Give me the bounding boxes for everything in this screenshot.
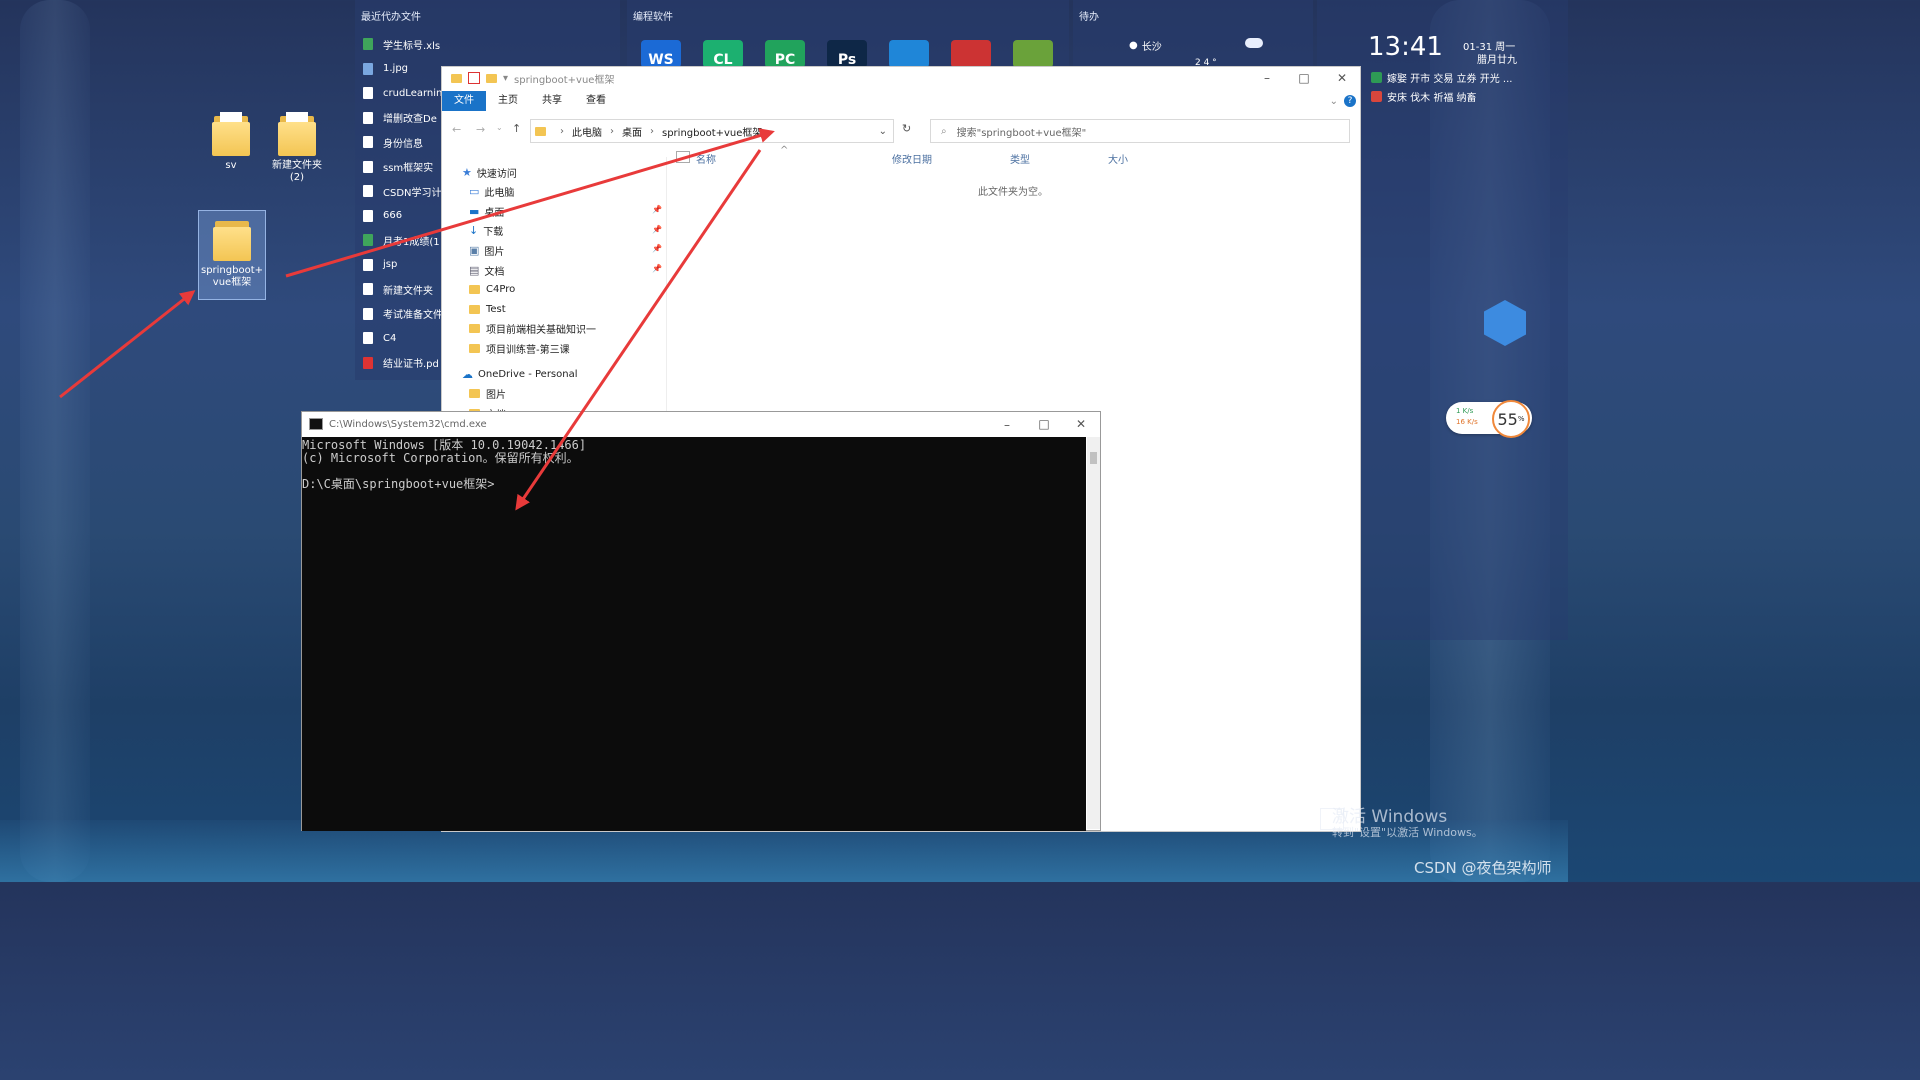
arrow-to-folder	[59, 290, 196, 399]
annotation-arrows	[59, 128, 775, 511]
activation-subtitle: 转到"设置"以激活 Windows。	[1332, 826, 1483, 839]
csdn-watermark: CSDN @夜色架构师	[1414, 859, 1552, 877]
arrow-to-address-bar	[285, 128, 775, 278]
arrow-to-cmd	[515, 149, 762, 511]
